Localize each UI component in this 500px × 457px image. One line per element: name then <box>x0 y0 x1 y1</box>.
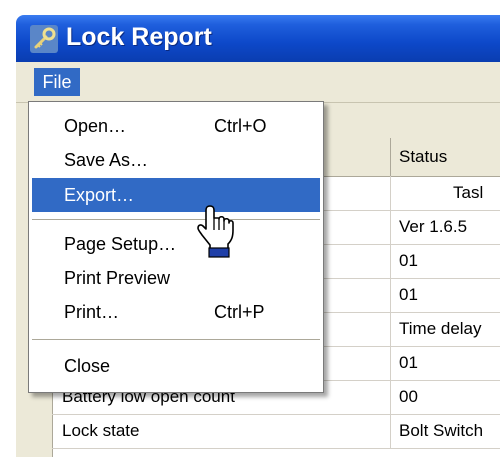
row-status: Bolt Switch <box>390 414 500 448</box>
menu-file[interactable]: File <box>34 68 80 96</box>
menu-item-open[interactable]: Open… Ctrl+O <box>32 109 320 143</box>
menu-item-save-as[interactable]: Save As… <box>32 143 320 177</box>
menu-separator <box>32 219 320 223</box>
row-status: 01 <box>390 346 500 380</box>
menu-item-print[interactable]: Print… Ctrl+P <box>32 295 320 329</box>
menu-item-label: Print Preview <box>64 268 171 288</box>
row-status: Tasl <box>390 176 500 210</box>
key-icon <box>30 25 58 53</box>
menu-item-label: Open… <box>64 116 127 136</box>
menu-item-label: Print… <box>64 302 120 322</box>
row-status: 01 <box>390 244 500 278</box>
hand-pointer-icon <box>197 205 234 258</box>
row-name: Lock state <box>62 421 140 440</box>
column-header-status[interactable]: Status <box>390 138 500 176</box>
row-status: Ver 1.6.5 <box>390 210 500 244</box>
menu-item-shortcut: Ctrl+P <box>214 302 265 322</box>
menu-item-label: Save As… <box>64 150 149 170</box>
menu-item-export[interactable]: Export… <box>32 178 320 212</box>
menu-item-page-setup[interactable]: Page Setup… <box>32 227 320 261</box>
row-status: 00 <box>390 380 500 414</box>
title-bar: Lock Report <box>16 15 500 62</box>
file-menu-dropdown: Open… Ctrl+O Save As… Export… Page Setup… <box>28 101 324 393</box>
table-row[interactable]: Lock state Bolt Switch <box>52 414 500 449</box>
menu-bar: File <box>16 62 500 103</box>
row-status: 01 <box>390 278 500 312</box>
menu-item-label: Export… <box>64 185 135 205</box>
menu-item-close[interactable]: Close <box>32 349 320 383</box>
row-status: Time delay <box>390 312 500 346</box>
menu-item-label: Page Setup… <box>64 234 177 254</box>
menu-item-label: Close <box>64 356 111 376</box>
menu-separator <box>32 339 320 343</box>
menu-item-print-preview[interactable]: Print Preview <box>32 261 320 295</box>
menu-item-shortcut: Ctrl+O <box>214 116 267 136</box>
window-title: Lock Report <box>66 23 212 51</box>
